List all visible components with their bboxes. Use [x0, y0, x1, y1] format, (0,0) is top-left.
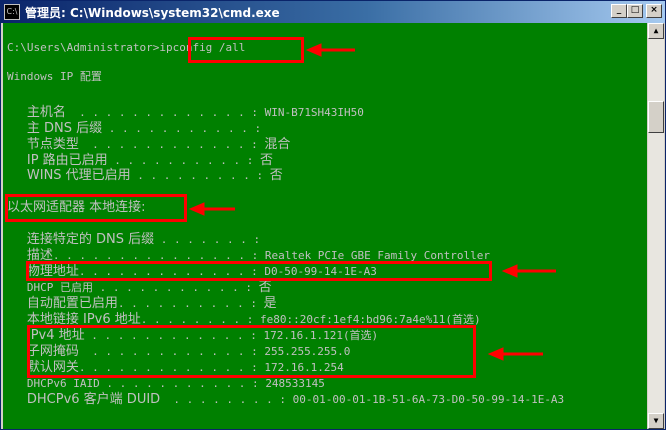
scroll-down-icon[interactable]: ▼ — [648, 413, 664, 429]
window-title: 管理员: C:\Windows\system32\cmd.exe — [25, 6, 280, 20]
annotation-arrows — [188, 43, 556, 361]
arrow-head-icon — [487, 347, 504, 361]
minimize-button[interactable]: _ — [611, 4, 627, 18]
scroll-up-icon[interactable]: ▲ — [648, 23, 664, 39]
cmd-icon[interactable]: C:\ — [4, 4, 20, 20]
arrow-head-icon — [188, 202, 205, 216]
arrow-head-icon — [305, 43, 322, 57]
close-button[interactable]: × — [646, 4, 662, 18]
console-output[interactable]: C:\Users\Administrator>ipconfig /all Win… — [3, 23, 647, 429]
arrow-head-icon — [501, 264, 518, 278]
maximize-button[interactable]: □ — [627, 4, 643, 18]
title-bar[interactable]: C:\ 管理员: C:\Windows\system32\cmd.exe _ □… — [1, 1, 665, 23]
cmd-window: C:\ 管理员: C:\Windows\system32\cmd.exe _ □… — [0, 0, 666, 430]
scroll-thumb[interactable] — [648, 101, 664, 133]
vertical-scrollbar[interactable]: ▲ ▼ — [648, 23, 664, 429]
